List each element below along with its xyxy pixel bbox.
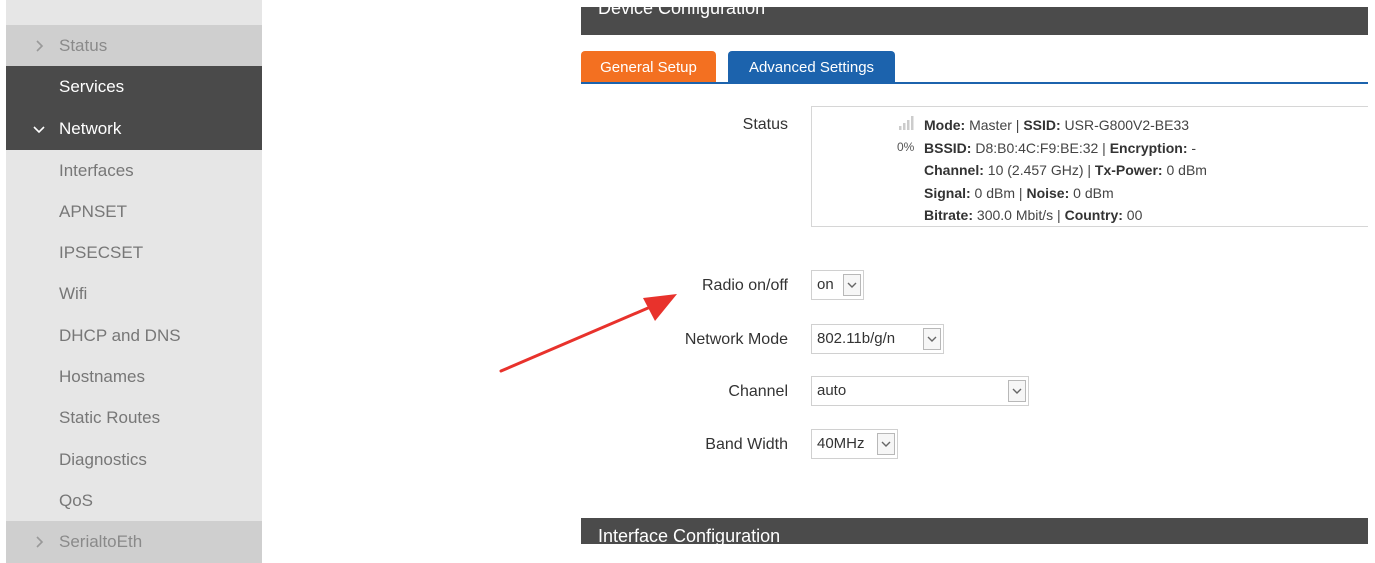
chevron-down-icon [843, 274, 861, 296]
signal-percent: 0% [897, 140, 915, 154]
sidebar-item-qos[interactable]: QoS [6, 480, 262, 522]
sidebar-item-status[interactable]: Status [6, 25, 262, 67]
section-title: Device Configuration [598, 7, 766, 18]
sidebar-item-label: Hostnames [59, 367, 145, 386]
sidebar-item-static-routes[interactable]: Static Routes [6, 397, 262, 439]
sidebar-item-diagnostics[interactable]: Diagnostics [6, 439, 262, 481]
annotation-arrow-icon [499, 294, 677, 373]
status-line-bssid: BSSID: D8:B0:4C:F9:BE:32 | Encryption: - [924, 139, 1197, 156]
sidebar-item-wifi[interactable]: Wifi [6, 273, 262, 315]
tab-general-setup[interactable]: General Setup [581, 51, 716, 82]
status-label: Status [742, 116, 788, 133]
network-mode-select[interactable]: 802.11b/g/n [811, 324, 944, 354]
channel-label: Channel [728, 383, 788, 400]
select-value: 40MHz [817, 435, 865, 452]
sidebar-item-ipsecset[interactable]: IPSECSET [6, 232, 262, 274]
sidebar-item-serialtoeth[interactable]: SerialtoEth [6, 521, 262, 563]
status-details: Mode: Master | SSID: USR-G800V2-BE33 BSS… [924, 114, 1207, 227]
sidebar-item-label: SerialtoEth [59, 532, 143, 551]
device-configuration-header: Device Configuration [581, 7, 1368, 35]
band-width-label: Band Width [705, 436, 788, 453]
sidebar: Status Services Network Interfaces APNSE… [6, 0, 262, 563]
sidebar-item-label: Interfaces [59, 161, 134, 180]
tab-advanced-settings[interactable]: Advanced Settings [728, 51, 895, 82]
chevron-down-icon [1008, 380, 1026, 402]
radio-select[interactable]: on [811, 270, 864, 300]
sidebar-item-label: Status [59, 36, 108, 55]
sidebar-item-label: Static Routes [59, 408, 161, 427]
chevron-down-icon [877, 433, 895, 455]
sidebar-item-interfaces[interactable]: Interfaces [6, 150, 262, 192]
chevron-right-icon [31, 25, 47, 67]
sidebar-item-network[interactable]: Network [6, 108, 262, 150]
sidebar-item-label: Wifi [59, 284, 88, 303]
status-line-bitrate: Bitrate: 300.0 Mbit/s | Country: 00 [924, 207, 1143, 223]
sidebar-item-label: Network [59, 119, 122, 138]
tab-bar: General Setup Advanced Settings [581, 51, 1368, 84]
status-line-signal: Signal: 0 dBm | Noise: 0 dBm [924, 184, 1114, 201]
chevron-right-icon [31, 521, 47, 563]
status-line-channel: Channel: 10 (2.457 GHz) | Tx-Power: 0 dB… [924, 162, 1207, 178]
status-panel: 0% Mode: Master | SSID: USR-G800V2-BE33 … [811, 106, 1368, 227]
select-value: on [817, 276, 834, 293]
sidebar-item-services[interactable]: Services [6, 66, 262, 108]
wifi-signal-icon [899, 116, 914, 130]
sidebar-item-apnset[interactable]: APNSET [6, 191, 262, 233]
section-title: Interface Configuration [598, 526, 781, 544]
sidebar-item-label: DHCP and DNS [59, 326, 181, 345]
sidebar-item-label: Diagnostics [59, 450, 147, 469]
sidebar-item-label: Services [59, 77, 125, 96]
sidebar-item-label: APNSET [59, 202, 128, 221]
sidebar-item-label: IPSECSET [59, 243, 144, 262]
channel-select[interactable]: auto [811, 376, 1029, 406]
band-width-select[interactable]: 40MHz [811, 429, 898, 459]
chevron-down-icon [31, 108, 47, 150]
sidebar-item-hostnames[interactable]: Hostnames [6, 356, 262, 398]
status-line-mode: Mode: Master | SSID: USR-G800V2-BE33 [924, 117, 1190, 133]
sidebar-item-dhcp-dns[interactable]: DHCP and DNS [6, 315, 262, 357]
interface-configuration-header: Interface Configuration [581, 518, 1368, 544]
select-value: auto [817, 382, 847, 399]
sidebar-item-label: QoS [59, 491, 94, 510]
chevron-down-icon [923, 328, 941, 350]
select-value: 802.11b/g/n [817, 330, 896, 347]
